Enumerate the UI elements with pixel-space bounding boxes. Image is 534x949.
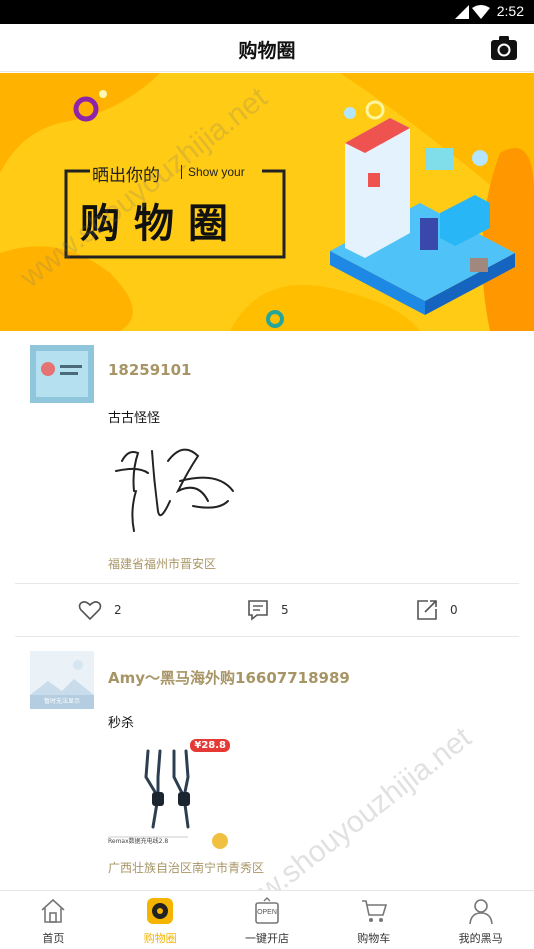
heart-icon [78, 601, 102, 621]
status-time: 2:52 [496, 3, 524, 19]
home-icon [41, 898, 65, 923]
post-card: 18259101 古古怪怪 福建省福州市晋安区 2 5 0 [0, 331, 534, 641]
avatar-placeholder-text: 暂时无法显示 [43, 698, 80, 705]
nav-shopping-circle[interactable]: 购物圈 [107, 891, 214, 949]
banner-title-small-en: Show your [181, 165, 245, 179]
nav-label: 购物圈 [143, 932, 177, 945]
nav-label: 一键开店 [244, 932, 289, 945]
divider [15, 636, 519, 637]
nav-label: 我的黑马 [458, 932, 503, 945]
banner-title-small: 晒出你的 [92, 166, 160, 186]
comment-count: 5 [281, 603, 289, 617]
nav-profile[interactable]: 我的黑马 [427, 891, 534, 949]
post-actions: 2 5 0 [0, 585, 534, 635]
price-tag: ¥28.8 [190, 739, 230, 752]
share-count: 0 [450, 603, 458, 617]
divider [15, 583, 519, 584]
share-icon [417, 600, 437, 620]
post-card: 暂时无法显示 Amy～黑马海外购16607718989 秒杀 ¥28.8 Rem… [0, 641, 534, 889]
nav-label: 首页 [42, 932, 65, 945]
banner[interactable]: 晒出你的 Show your 购物圈 [0, 73, 534, 331]
post-content: 秒杀 [108, 716, 135, 731]
profile-icon [468, 899, 493, 925]
banner-title-big: 购物圈 [80, 201, 242, 247]
nav-home[interactable]: 首页 [0, 891, 107, 949]
nav-label: 购物车 [357, 932, 391, 945]
image-caption: Remax数据充电线2.8 [108, 838, 169, 845]
wifi-icon [472, 5, 490, 19]
like-button[interactable]: 2 [78, 585, 122, 635]
comment-button[interactable]: 5 [247, 585, 289, 635]
post-image[interactable] [108, 431, 248, 541]
camera-icon[interactable] [490, 35, 518, 61]
avatar[interactable] [30, 345, 94, 403]
avatar[interactable]: 暂时无法显示 [30, 651, 94, 709]
post-username[interactable]: 18259101 [108, 361, 192, 379]
page-title: 购物圈 [238, 40, 296, 62]
status-bar: 2:52 [0, 0, 534, 24]
post-content: 古古怪怪 [108, 411, 161, 426]
app-header: 购物圈 [0, 24, 534, 72]
post-location: 广西壮族自治区南宁市青秀区 [108, 861, 265, 875]
post-username[interactable]: Amy～黑马海外购16607718989 [108, 667, 350, 688]
comment-icon [248, 600, 268, 621]
signal-icon [455, 5, 469, 19]
shopping-circle-icon [147, 898, 174, 924]
post-image[interactable]: ¥28.8 Remax数据充电线2.8 [108, 737, 236, 849]
post-location: 福建省福州市晋安区 [108, 557, 217, 571]
like-count: 2 [114, 603, 122, 617]
share-button[interactable]: 0 [416, 585, 458, 635]
bottom-nav: 首页 购物圈 OPEN 一键开店 购物车 我的黑马 [0, 890, 534, 949]
open-badge: OPEN [257, 909, 277, 916]
nav-open-store[interactable]: OPEN 一键开店 [214, 891, 321, 949]
cart-icon [361, 900, 387, 922]
nav-cart[interactable]: 购物车 [320, 891, 427, 949]
